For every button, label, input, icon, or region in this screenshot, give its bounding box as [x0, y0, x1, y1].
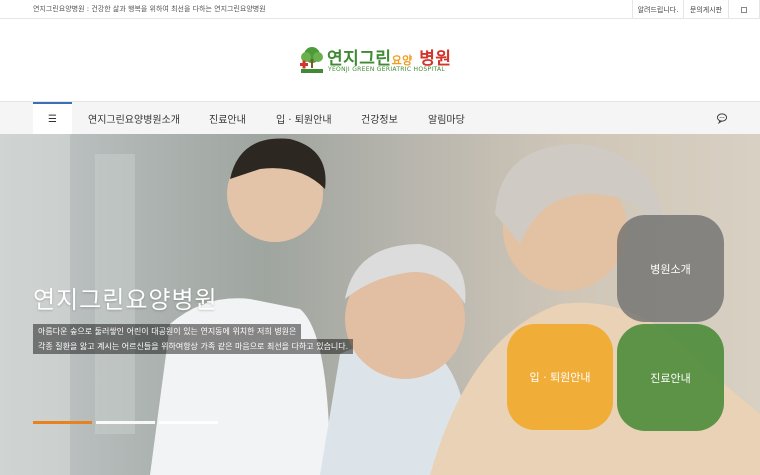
grid-icon[interactable]	[728, 0, 760, 19]
nav-item-notices[interactable]: 알림마당	[428, 111, 465, 126]
quick-link-about-label: 병원소개	[650, 262, 691, 276]
inquiry-board-link[interactable]: 문의게시판	[683, 0, 728, 19]
hero-title: 연지그린요양병원	[33, 286, 218, 314]
slide-dot-1[interactable]	[33, 421, 92, 424]
quick-link-clinic-label: 진료안내	[650, 371, 691, 385]
quick-link-admission-label: 입 · 퇴원안내	[529, 371, 591, 384]
quick-link-clinic[interactable]: 진료안내	[617, 324, 724, 431]
nav-item-admission[interactable]: 입 · 퇴원안내	[276, 111, 332, 126]
chat-bubble-icon[interactable]	[716, 112, 728, 124]
hospital-logo[interactable]: 연지그린요양 병원 YEONJI GREEN GERIATRIC HOSPITA…	[299, 44, 469, 78]
main-nav: ☰ 연지그린요양병원소개 진료안내 입 · 퇴원안내 건강정보 알림마당	[0, 101, 760, 135]
nav-item-health-info[interactable]: 건강정보	[361, 111, 398, 126]
quick-link-about[interactable]: 병원소개	[617, 215, 724, 322]
top-links: 알려드립니다. 문의게시판	[632, 0, 760, 19]
tree-cross-emblem-icon	[300, 47, 323, 73]
hamburger-icon: ☰	[48, 114, 57, 125]
notice-link[interactable]: 알려드립니다.	[632, 0, 683, 19]
hamburger-menu-button[interactable]: ☰	[33, 102, 72, 135]
slide-indicator	[33, 421, 222, 424]
hero-caption-line1: 아름다운 숲으로 둘러쌓인 어린이 대공원이 있는 연지동에 위치한 저희 병원…	[33, 324, 302, 339]
hero-banner: 연지그린요양병원 아름다운 숲으로 둘러쌓인 어린이 대공원이 있는 연지동에 …	[0, 134, 760, 475]
nav-item-clinic[interactable]: 진료안내	[209, 111, 246, 126]
top-bar: 연지그린요양병원 : 건강한 삶과 행복을 위하여 최선을 다하는 연지그린요양…	[0, 0, 760, 19]
hero-caption-line2: 각종 질환을 앓고 계시는 어르신들을 위하여항상 가족 같은 마음으로 최선을…	[33, 339, 354, 354]
slide-dot-3[interactable]	[159, 421, 218, 424]
logo-subtitle: YEONJI GREEN GERIATRIC HOSPITAL	[328, 66, 446, 73]
nav-item-about[interactable]: 연지그린요양병원소개	[88, 111, 180, 126]
quick-link-admission[interactable]: 입 · 퇴원안내	[507, 324, 613, 430]
slide-dot-2[interactable]	[96, 421, 155, 424]
site-tagline: 연지그린요양병원 : 건강한 삶과 행복을 위하여 최선을 다하는 연지그린요양…	[33, 5, 266, 13]
